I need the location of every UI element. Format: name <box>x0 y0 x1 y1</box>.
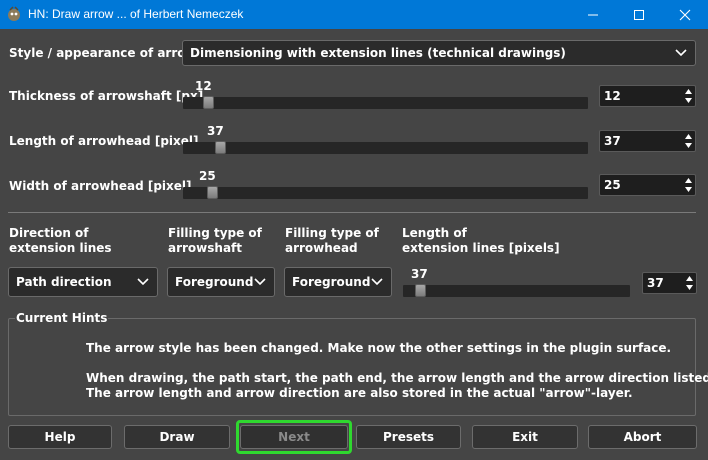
fill-head-dropdown[interactable]: Foreground <box>284 267 392 297</box>
thickness-slider-handle[interactable] <box>203 96 214 109</box>
head-width-slider-handle[interactable] <box>207 186 218 199</box>
thickness-spin-value: 12 <box>604 89 621 103</box>
draw-button[interactable]: Draw <box>124 425 230 449</box>
spin-down-icon[interactable] <box>683 141 693 150</box>
head-width-label: Width of arrowhead [pixel] <box>9 179 192 193</box>
head-length-spinbox[interactable]: 37 <box>599 130 696 152</box>
style-dropdown-value: Dimensioning with extension lines (techn… <box>190 46 566 60</box>
close-icon <box>679 9 691 20</box>
spin-up-icon[interactable] <box>683 132 693 141</box>
hint-line-2: When drawing, the path start, the path e… <box>86 371 708 385</box>
style-label: Style / appearance of arrow <box>9 46 197 60</box>
fill-head-dropdown-value: Foreground <box>292 275 371 289</box>
fill-head-label-1: Filling type of <box>285 226 379 240</box>
head-length-slider-value: 37 <box>207 124 224 138</box>
hints-title: Current Hints <box>15 311 109 325</box>
spin-up-icon[interactable] <box>683 176 693 185</box>
thickness-slider-value: 12 <box>195 79 212 93</box>
head-width-slider[interactable] <box>183 186 588 199</box>
help-button[interactable]: Help <box>8 425 112 449</box>
hints-panel <box>8 318 696 416</box>
fill-head-label-2: arrowhead <box>285 241 358 255</box>
fill-shaft-label-2: arrowshaft <box>168 241 243 255</box>
minimize-icon <box>588 14 598 15</box>
chevron-down-icon <box>137 278 149 286</box>
head-length-spin-value: 37 <box>604 134 621 148</box>
style-dropdown[interactable]: Dimensioning with extension lines (techn… <box>182 40 696 66</box>
ext-length-spinbox[interactable]: 37 <box>642 272 697 294</box>
title-bar: HN: Draw arrow ... of Herbert Nemeczek <box>0 0 708 29</box>
head-length-label: Length of arrowhead [pixel] <box>9 134 199 148</box>
maximize-button[interactable] <box>616 0 662 29</box>
fill-shaft-dropdown[interactable]: Foreground <box>167 267 275 297</box>
spin-down-icon[interactable] <box>683 185 693 194</box>
separator <box>8 212 696 213</box>
head-width-spinbox[interactable]: 25 <box>599 174 696 196</box>
head-width-slider-value: 25 <box>199 169 216 183</box>
presets-button[interactable]: Presets <box>356 425 461 449</box>
fill-shaft-dropdown-value: Foreground <box>175 275 254 289</box>
ext-length-slider[interactable] <box>403 284 630 297</box>
fill-shaft-label-1: Filling type of <box>168 226 262 240</box>
head-length-slider-handle[interactable] <box>215 141 226 154</box>
focus-highlight <box>236 420 352 454</box>
spin-up-icon[interactable] <box>683 87 693 96</box>
direction-label-1: Direction of <box>9 226 89 240</box>
app-icon <box>8 6 20 21</box>
direction-label-2: extension lines <box>9 241 112 255</box>
direction-dropdown[interactable]: Path direction <box>8 267 158 297</box>
spin-up-icon[interactable] <box>684 274 694 283</box>
thickness-label: Thickness of arrowshaft [px] <box>9 89 204 103</box>
hint-line-3: The arrow length and arrow direction are… <box>86 386 633 400</box>
maximize-icon <box>634 9 644 20</box>
direction-dropdown-value: Path direction <box>16 275 112 289</box>
head-width-spin-value: 25 <box>604 178 621 192</box>
ext-length-slider-handle[interactable] <box>415 284 426 297</box>
close-button[interactable] <box>662 0 708 29</box>
ext-length-slider-value: 37 <box>411 267 428 281</box>
chevron-down-icon <box>371 278 383 286</box>
window-title: HN: Draw arrow ... of Herbert Nemeczek <box>28 7 244 21</box>
head-length-slider[interactable] <box>183 141 588 154</box>
ext-length-spin-value: 37 <box>647 276 664 290</box>
thickness-spinbox[interactable]: 12 <box>599 85 696 107</box>
thickness-slider[interactable] <box>183 96 588 109</box>
hint-line-1: The arrow style has been changed. Make n… <box>86 341 672 355</box>
exit-button[interactable]: Exit <box>472 425 578 449</box>
minimize-button[interactable] <box>570 0 616 29</box>
spin-down-icon[interactable] <box>683 96 693 105</box>
chevron-down-icon <box>254 278 266 286</box>
ext-length-label-1: Length of <box>402 226 467 240</box>
abort-button[interactable]: Abort <box>588 425 697 449</box>
chevron-down-icon <box>675 49 687 57</box>
spin-down-icon[interactable] <box>684 283 694 292</box>
ext-length-label-2: extension lines [pixels] <box>402 241 560 255</box>
